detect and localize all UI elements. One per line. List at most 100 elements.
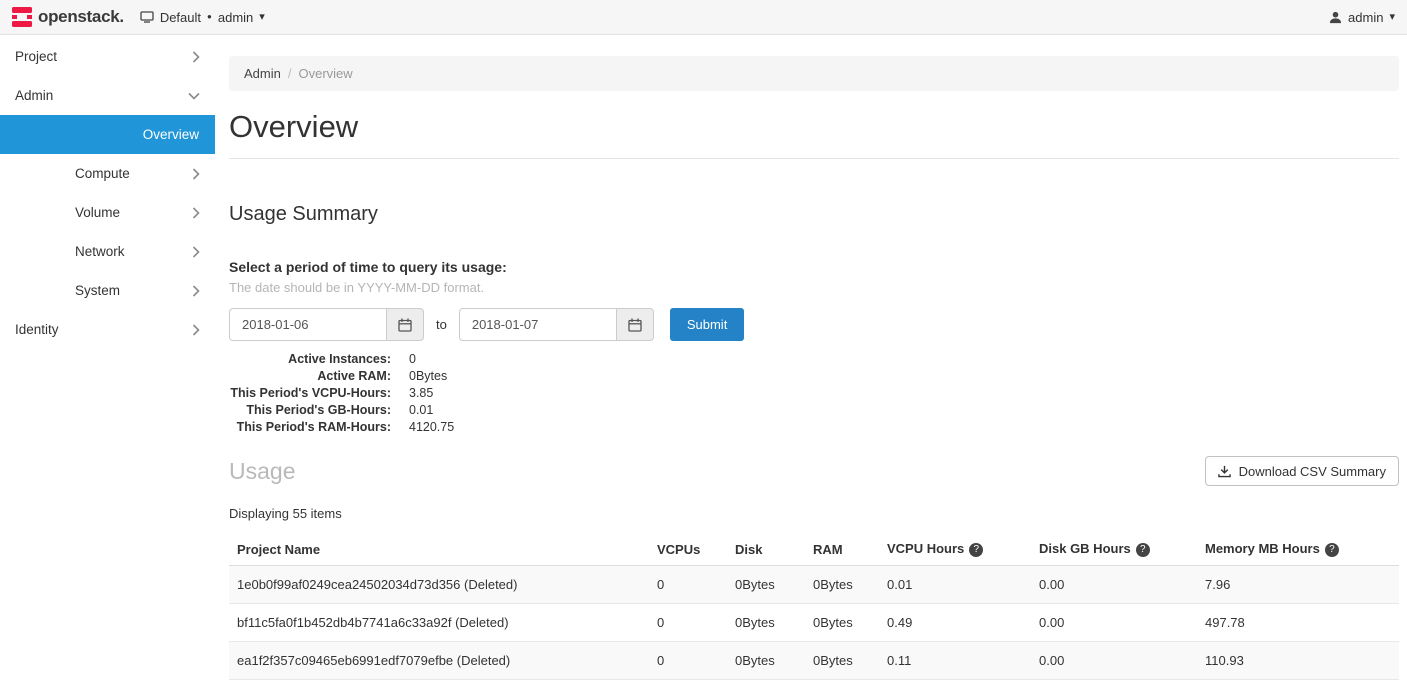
user-menu[interactable]: admin ▾ <box>1329 10 1395 25</box>
breadcrumb: Admin / Overview <box>229 56 1399 91</box>
chevron-right-icon <box>192 168 200 180</box>
chevron-right-icon <box>192 324 200 336</box>
main-content: Admin / Overview Overview Usage Summary … <box>215 35 1407 670</box>
stat-label: This Period's RAM-Hours: <box>229 419 391 436</box>
chevron-right-icon <box>192 207 200 219</box>
sidebar-item-label: Overview <box>143 127 199 142</box>
sidebar-item-label: System <box>75 283 120 298</box>
breadcrumb-current: Overview <box>298 66 352 81</box>
start-date-group <box>229 308 424 341</box>
help-icon[interactable]: ? <box>1136 543 1150 557</box>
table-row: ea1f2f357c09465eb6991edf7079efbe (Delete… <box>229 642 1399 680</box>
column-label: VCPU Hours <box>887 541 964 556</box>
caret-down-icon: ▾ <box>259 12 265 23</box>
calendar-icon <box>398 318 412 332</box>
brand[interactable]: openstack. <box>12 7 124 27</box>
column-label: Memory MB Hours <box>1205 541 1320 556</box>
cell-ram: 0Bytes <box>805 642 879 680</box>
user-label: admin <box>1348 10 1383 25</box>
stat-label: Active RAM: <box>229 368 391 385</box>
usage-section-header: Usage Download CSV Summary <box>229 456 1399 486</box>
sidebar-item-identity[interactable]: Identity <box>0 310 215 349</box>
column-header-vcpus: VCPUs <box>649 533 727 566</box>
stat-value: 4120.75 <box>409 419 1399 436</box>
chevron-right-icon <box>192 285 200 297</box>
cell-disk: 0Bytes <box>727 642 805 680</box>
download-csv-button[interactable]: Download CSV Summary <box>1205 456 1399 486</box>
end-date-calendar-button[interactable] <box>616 308 654 341</box>
caret-down-icon: ▾ <box>1389 12 1395 23</box>
sidebar-item-network[interactable]: Network <box>0 232 215 271</box>
domain-label: Default <box>160 10 201 25</box>
column-header-project-name: Project Name <box>229 533 649 566</box>
cell-project-name: bf11c5fa0f1b452db4b7741a6c33a92f (Delete… <box>229 604 649 642</box>
date-range-form: to Submit <box>229 308 1399 341</box>
breadcrumb-admin[interactable]: Admin <box>244 66 281 81</box>
cell-vcpus: 0 <box>649 566 727 604</box>
stat-value: 0 <box>409 351 1399 368</box>
domain-icon <box>140 11 154 23</box>
calendar-icon <box>628 318 642 332</box>
download-icon <box>1218 465 1231 478</box>
table-row: 1e0b0f99af0249cea24502034d73d356 (Delete… <box>229 566 1399 604</box>
sidebar-item-admin[interactable]: Admin <box>0 76 215 115</box>
page-title: Overview <box>229 109 1399 145</box>
usage-heading: Usage <box>229 458 295 485</box>
column-label: RAM <box>813 542 843 557</box>
cell-vcpus: 0 <box>649 642 727 680</box>
table-row: bf11c5fa0f1b452db4b7741a6c33a92f (Delete… <box>229 604 1399 642</box>
cell-project-name: 1e0b0f99af0249cea24502034d73d356 (Delete… <box>229 566 649 604</box>
cell-ram: 0Bytes <box>805 604 879 642</box>
period-hint: The date should be in YYYY-MM-DD format. <box>229 280 1399 295</box>
cell-memory-mb-hours: 110.93 <box>1197 642 1399 680</box>
sidebar-item-system[interactable]: System <box>0 271 215 310</box>
cell-disk-gb-hours: 0.00 <box>1031 604 1197 642</box>
brand-wordmark: openstack. <box>38 7 124 27</box>
column-label: VCPUs <box>657 542 700 557</box>
download-csv-label: Download CSV Summary <box>1239 464 1386 479</box>
sidebar-item-label: Network <box>75 244 125 259</box>
stat-value: 3.85 <box>409 385 1399 402</box>
usage-stats: Active Instances: 0 Active RAM: 0Bytes T… <box>229 351 1399 436</box>
cell-memory-mb-hours: 497.78 <box>1197 604 1399 642</box>
column-label: Disk GB Hours <box>1039 541 1131 556</box>
chevron-right-icon <box>192 51 200 63</box>
start-date-calendar-button[interactable] <box>386 308 424 341</box>
breadcrumb-separator: / <box>288 66 292 81</box>
sidebar-nav: Project Admin Overview Compute Volume <box>0 35 215 670</box>
help-icon[interactable]: ? <box>1325 543 1339 557</box>
project-label: admin <box>218 10 253 25</box>
submit-button[interactable]: Submit <box>670 308 744 341</box>
chevron-right-icon <box>192 246 200 258</box>
stat-value: 0Bytes <box>409 368 1399 385</box>
cell-vcpu-hours: 0.01 <box>879 566 1031 604</box>
end-date-input[interactable] <box>459 308 616 341</box>
cell-project-name: ea1f2f357c09465eb6991edf7079efbe (Delete… <box>229 642 649 680</box>
sidebar-item-label: Identity <box>15 322 59 337</box>
openstack-logo-icon <box>12 7 32 27</box>
column-header-vcpu-hours: VCPU Hours? <box>879 533 1031 566</box>
column-label: Disk <box>735 542 762 557</box>
title-divider <box>229 158 1399 159</box>
cell-disk: 0Bytes <box>727 604 805 642</box>
stat-label: This Period's VCPU-Hours: <box>229 385 391 402</box>
context-switcher[interactable]: Default ● admin ▾ <box>140 10 265 25</box>
stat-label: This Period's GB-Hours: <box>229 402 391 419</box>
cell-disk-gb-hours: 0.00 <box>1031 566 1197 604</box>
cell-memory-mb-hours: 7.96 <box>1197 566 1399 604</box>
cell-vcpu-hours: 0.49 <box>879 604 1031 642</box>
table-header-row: Project Name VCPUs Disk RAM VCPU Hours? … <box>229 533 1399 566</box>
sidebar-item-label: Admin <box>15 88 53 103</box>
start-date-input[interactable] <box>229 308 386 341</box>
help-icon[interactable]: ? <box>969 543 983 557</box>
sidebar-item-volume[interactable]: Volume <box>0 193 215 232</box>
sidebar-item-overview[interactable]: Overview <box>0 115 215 154</box>
cell-vcpus: 0 <box>649 604 727 642</box>
usage-table: Project Name VCPUs Disk RAM VCPU Hours? … <box>229 533 1399 680</box>
sidebar-item-label: Project <box>15 49 57 64</box>
sidebar-item-project[interactable]: Project <box>0 37 215 76</box>
column-header-disk-gb-hours: Disk GB Hours? <box>1031 533 1197 566</box>
to-label: to <box>436 317 447 332</box>
sidebar-item-compute[interactable]: Compute <box>0 154 215 193</box>
sidebar-item-label: Volume <box>75 205 120 220</box>
